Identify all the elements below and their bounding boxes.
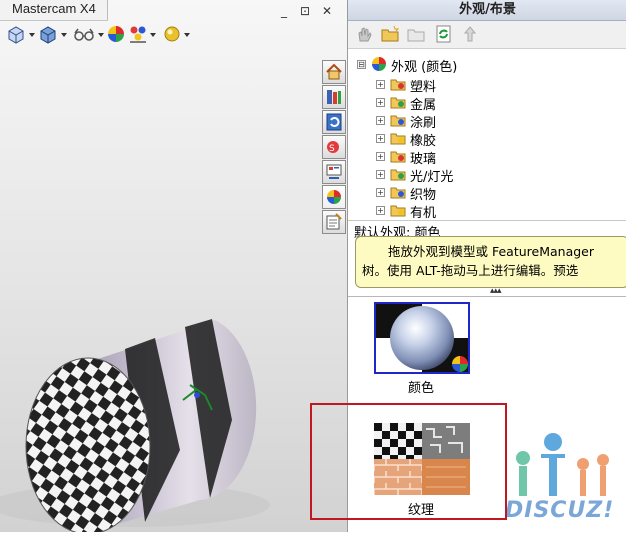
up-level-button[interactable] — [460, 24, 480, 44]
people-logo-icon — [516, 433, 609, 496]
color-wheel-icon — [327, 190, 341, 204]
folder-icon — [390, 133, 406, 145]
highlight-box — [310, 403, 507, 520]
tab-home[interactable] — [322, 60, 346, 84]
panel-title: 外观/布景 — [348, 0, 626, 21]
design-library-icon — [327, 90, 341, 104]
tree-item-label: 塑料 — [410, 80, 437, 95]
appearance-item-color[interactable] — [374, 302, 470, 374]
tooltip-line-1: 拖放外观到模型或 FeatureManager — [388, 244, 595, 259]
view-orientation-icon — [8, 26, 24, 44]
tree-item-plastic[interactable]: + 塑料 — [348, 76, 626, 95]
tab-custom-properties[interactable] — [322, 210, 346, 234]
search-icon: S — [327, 141, 339, 154]
tree-item-fabric[interactable]: + 织物 — [348, 184, 626, 203]
expand-icon[interactable]: + — [376, 98, 385, 107]
light-bulb-icon — [164, 26, 180, 42]
cylinder-model[interactable] — [0, 300, 300, 532]
refresh-button[interactable] — [434, 24, 454, 44]
display-style-button[interactable] — [38, 24, 68, 46]
edit-appearance-button[interactable] — [106, 24, 128, 46]
tree-root-label: 外观 (颜色) — [391, 60, 458, 75]
tree-item-metal[interactable]: + 金属 — [348, 94, 626, 113]
tree-item-label: 光/灯光 — [410, 170, 454, 185]
tooltip-line-2: 树。使用 ALT-拖动马上进行编辑。预选 — [362, 263, 579, 278]
discuz-watermark: DISCUZ! — [503, 430, 626, 530]
panel-toolbar — [348, 21, 626, 49]
color-wheel-icon — [372, 57, 386, 71]
tree-item-light[interactable]: + 光/灯光 — [348, 166, 626, 185]
hand-tool-button[interactable] — [354, 24, 374, 44]
tab-view-palette[interactable] — [322, 160, 346, 184]
tree-item-paint[interactable]: + 涂刷 — [348, 112, 626, 131]
expand-icon[interactable]: + — [376, 206, 385, 215]
new-folder-button[interactable] — [380, 24, 400, 44]
tab-file-explorer[interactable] — [322, 110, 346, 134]
document-tab-title: Mastercam X4 — [12, 1, 96, 16]
file-explorer-icon — [326, 113, 342, 131]
graphics-viewport[interactable]: Mastercam X4 _ ⊡ ✕ S — [0, 0, 347, 532]
restore-button[interactable]: ⊡ — [300, 4, 310, 18]
hand-icon — [358, 27, 372, 42]
color-wheel-icon — [108, 26, 124, 42]
expand-icon[interactable]: + — [376, 170, 385, 179]
tree-item-label: 金属 — [410, 98, 437, 113]
folder-icon — [390, 97, 406, 109]
tree-item-organic[interactable]: + 有机 — [348, 202, 626, 221]
custom-properties-icon — [326, 213, 342, 230]
watermark-text: DISCUZ! — [505, 498, 615, 523]
folder-icon — [390, 151, 406, 163]
folder-icon — [407, 29, 425, 42]
glasses-icon — [74, 28, 94, 41]
expand-icon[interactable]: + — [376, 116, 385, 125]
display-style-icon — [40, 26, 56, 44]
home-icon — [326, 63, 342, 80]
up-arrow-icon — [463, 26, 477, 42]
drag-hint-tooltip: 拖放外观到模型或 FeatureManager 树。使用 ALT-拖动马上进行编… — [355, 236, 626, 288]
tab-appearances[interactable] — [322, 185, 346, 209]
expand-icon[interactable]: + — [376, 134, 385, 143]
folder-icon — [390, 115, 406, 127]
pane-splitter-handle[interactable]: ▴▴▴ — [490, 286, 502, 296]
folder-icon — [390, 169, 406, 181]
tree-root[interactable]: ⊟ 外观 (颜色) — [348, 56, 626, 75]
hide-show-items-button[interactable] — [72, 24, 104, 46]
tree-item-glass[interactable]: + 玻璃 — [348, 148, 626, 167]
minimize-button[interactable]: _ — [281, 4, 287, 18]
svg-text:S: S — [329, 144, 335, 154]
close-button[interactable]: ✕ — [322, 4, 332, 18]
tree-item-label: 涂刷 — [410, 116, 437, 131]
folder-icon — [390, 187, 406, 199]
refresh-icon — [436, 25, 451, 43]
view-palette-icon — [326, 164, 342, 179]
folder-icon — [390, 205, 406, 217]
appearance-item-color-label: 颜色 — [408, 381, 435, 396]
tree-item-label: 玻璃 — [410, 152, 437, 167]
view-settings-button[interactable] — [162, 24, 192, 46]
tree-item-label: 有机 — [410, 206, 437, 221]
folder-button[interactable] — [406, 24, 426, 44]
chrome-sphere-icon — [376, 304, 468, 372]
folder-icon — [390, 79, 406, 91]
tree-item-label: 织物 — [410, 188, 437, 203]
tab-design-library[interactable] — [322, 85, 346, 109]
expand-icon[interactable]: + — [376, 80, 385, 89]
apply-scene-button[interactable] — [128, 24, 158, 46]
tree-item-rubber[interactable]: + 橡胶 — [348, 130, 626, 149]
expand-icon[interactable]: + — [376, 152, 385, 161]
view-orientation-button[interactable] — [6, 24, 36, 46]
scene-icon — [130, 26, 146, 43]
appearance-tree: ⊟ 外观 (颜色) + 塑料 + 金属 + 涂刷 + 橡胶 + 玻璃 + 光/灯… — [348, 52, 626, 221]
expand-icon[interactable]: + — [376, 188, 385, 197]
collapse-icon[interactable]: ⊟ — [357, 60, 366, 69]
new-folder-icon — [381, 25, 400, 42]
tree-item-label: 橡胶 — [410, 134, 437, 149]
tab-search[interactable]: S — [322, 135, 346, 159]
document-tab[interactable]: Mastercam X4 — [0, 0, 108, 21]
